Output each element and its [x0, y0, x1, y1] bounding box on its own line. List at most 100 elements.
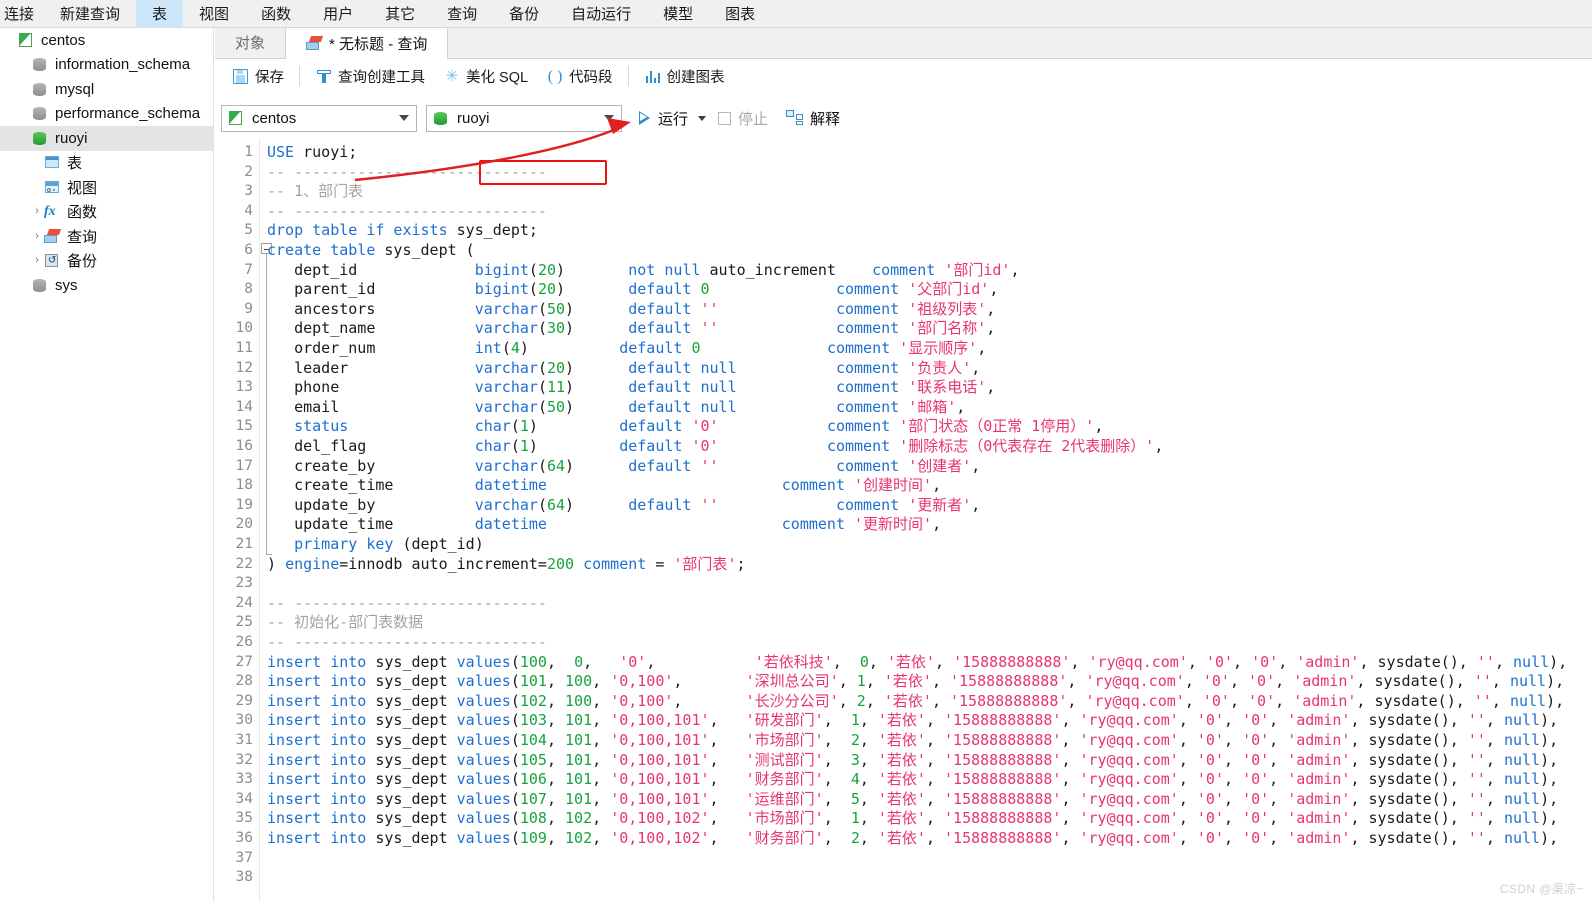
connection-select[interactable]: centos — [221, 104, 417, 132]
code-line[interactable]: status char(1) default '0' comment '部门状态… — [267, 417, 1103, 437]
code-token-pln: ) — [267, 554, 286, 573]
code-token-pln — [691, 280, 700, 298]
tab-0[interactable]: 对象 — [215, 27, 285, 58]
code-line[interactable]: update_by varchar(64) default '' comment… — [267, 496, 980, 516]
code-line[interactable]: create table sys_dept ( — [267, 241, 475, 261]
code-line[interactable]: -- ---------------------------- — [267, 594, 547, 614]
database-navigator-sidebar[interactable]: centos information_schema mysql performance… — [0, 28, 214, 902]
sidebar-item-1[interactable]: information_schema — [0, 53, 213, 78]
sql-code-content[interactable]: USE ruoyi; -- ---------------------------… — [267, 138, 1592, 902]
stop-button[interactable]: 停止 — [714, 108, 772, 129]
code-line[interactable]: insert into sys_dept values(101, 100, '0… — [267, 672, 1564, 692]
run-button[interactable]: 运行 — [634, 108, 692, 129]
view-icon — [44, 180, 61, 195]
chevron-right-icon[interactable]: › — [30, 206, 44, 217]
query-toolbar[interactable]: 保存 查询创建工具 ✳ 美化 SQL ( ) 代码段 创建图表 — [215, 60, 1592, 93]
code-line[interactable]: insert into sys_dept values(102, 100, '0… — [267, 692, 1564, 712]
code-token-num: 0 — [700, 280, 710, 299]
editor-tab-strip[interactable]: 对象 * 无标题 - 查询 — [215, 27, 1592, 59]
code-line[interactable]: insert into sys_dept values(106, 101, '0… — [267, 770, 1558, 790]
code-line[interactable]: -- 1、部门表 — [267, 182, 363, 202]
code-line[interactable]: insert into sys_dept values(108, 102, '0… — [267, 809, 1558, 829]
code-line[interactable]: insert into sys_dept values(107, 101, '0… — [267, 790, 1558, 810]
sql-editor[interactable]: 1 2 3 4 5 6 7 8 9 10 11 12 13 14 15 16 17 18 19 20 21 22 23 24 2… — [215, 138, 1592, 902]
code-line[interactable]: dept_id bigint(20) not null auto_increme… — [267, 261, 1019, 281]
toolbar-button-2[interactable]: ✳ 美化 SQL — [434, 63, 537, 89]
code-line[interactable]: primary key (dept_id) — [267, 535, 484, 555]
tab-1[interactable]: * 无标题 - 查询 — [285, 27, 449, 59]
run-dropdown-caret-icon[interactable] — [698, 115, 707, 121]
code-line[interactable]: del_flag char(1) default '0' comment '删除… — [267, 437, 1163, 457]
code-line[interactable]: create_time datetime comment '创建时间', — [267, 476, 941, 496]
code-line[interactable]: insert into sys_dept values(105, 101, '0… — [267, 751, 1558, 771]
menu-item-5[interactable]: 函数 — [245, 0, 307, 27]
code-line[interactable]: -- ---------------------------- — [267, 202, 547, 222]
code-token-str: '若依' — [877, 789, 926, 808]
sidebar-item-4[interactable]: ruoyi — [0, 126, 213, 151]
code-line[interactable]: -- 初始化-部门表数据 — [267, 613, 423, 633]
toolbar-button-0[interactable]: 保存 — [223, 63, 293, 89]
sidebar-item-8[interactable]: › 查询 — [0, 224, 213, 249]
code-line[interactable]: -- ---------------------------- — [267, 163, 547, 183]
toolbar-button-4[interactable]: 创建图表 — [635, 63, 734, 89]
menu-item-11[interactable]: 模型 — [647, 0, 709, 27]
code-token-str: 'ry@qq.com' — [1079, 770, 1179, 789]
line-number: 25 — [235, 614, 253, 631]
sidebar-item-0[interactable]: centos — [0, 28, 213, 53]
code-line[interactable]: email varchar(50) default null comment '… — [267, 398, 965, 418]
code-line[interactable]: insert into sys_dept values(103, 101, '0… — [267, 711, 1558, 731]
menu-item-10[interactable]: 自动运行 — [555, 0, 647, 27]
chevron-right-icon[interactable]: › — [30, 255, 44, 266]
menu-item-12[interactable]: 图表 — [709, 0, 771, 27]
menu-item-9[interactable]: 备份 — [493, 0, 555, 27]
line-number: 29 — [235, 692, 253, 709]
sidebar-item-7[interactable]: › fx 函数 — [0, 200, 213, 225]
code-token-pln: , sysdate(), — [1350, 829, 1468, 847]
sidebar-item-3[interactable]: performance_schema — [0, 102, 213, 127]
sidebar-item-6[interactable]: 视图 — [0, 175, 213, 200]
code-token-typ: char — [474, 437, 511, 455]
chevron-right-icon[interactable]: › — [30, 230, 44, 242]
sidebar-item-9[interactable]: › ↺ 备份 — [0, 249, 213, 274]
sidebar-item-10[interactable]: sys — [0, 273, 213, 298]
code-line[interactable]: update_time datetime comment '更新时间', — [267, 515, 941, 535]
code-token-pln: , — [986, 378, 996, 397]
code-line[interactable]: drop table if exists sys_dept; — [267, 221, 538, 241]
code-token-num: 1 — [850, 711, 860, 730]
code-line[interactable]: leader varchar(20) default null comment … — [267, 359, 980, 379]
code-line[interactable]: dept_name varchar(30) default '' comment… — [267, 319, 995, 339]
menu-item-4[interactable]: 视图 — [183, 0, 245, 27]
code-line[interactable]: ) engine=innodb auto_increment=200 comme… — [267, 555, 746, 575]
code-line[interactable]: insert into sys_dept values(100, 0, '0',… — [267, 653, 1567, 673]
menu-item-1[interactable]: 连接 — [0, 0, 44, 27]
menu-item-3[interactable]: 表 — [136, 0, 184, 27]
code-line[interactable]: create_by varchar(64) default '' comment… — [267, 457, 980, 477]
connection-toolbar[interactable]: centos ruoyi 运行 停止 解释 — [215, 100, 1592, 136]
explain-button[interactable]: 解释 — [782, 108, 844, 129]
toolbar-button-1[interactable]: 查询创建工具 — [306, 63, 434, 89]
menu-item-8[interactable]: 查询 — [431, 0, 493, 27]
code-line[interactable]: phone varchar(11) default null comment '… — [267, 378, 995, 398]
code-line[interactable]: insert into sys_dept values(104, 101, '0… — [267, 731, 1558, 751]
code-token-str: '0,100,101' — [610, 731, 710, 749]
database-select[interactable]: ruoyi — [426, 104, 622, 132]
code-token-cmt: -- ---------------------------- — [267, 201, 547, 220]
code-token-pln: , sysdate(), — [1350, 789, 1468, 808]
code-line[interactable]: order_num int(4) default 0 comment '显示顺序… — [267, 339, 986, 359]
menu-item-6[interactable]: 用户 — [307, 0, 369, 27]
code-token-pln: ) — [565, 495, 629, 514]
code-line[interactable]: ancestors varchar(50) default '' comment… — [267, 300, 995, 320]
code-line[interactable]: USE ruoyi; — [267, 143, 357, 163]
code-line[interactable]: parent_id bigint(20) default 0 comment '… — [267, 280, 998, 300]
code-line[interactable]: insert into sys_dept values(109, 102, '0… — [267, 829, 1558, 849]
code-token-kw: comment — [781, 515, 845, 534]
code-line[interactable]: -- ---------------------------- — [267, 633, 547, 653]
code-token-pln: sys_dept — [366, 731, 457, 749]
sidebar-item-2[interactable]: mysql — [0, 77, 213, 102]
menu-item-7[interactable]: 其它 — [369, 0, 431, 27]
menu-item-2[interactable]: 新建查询 — [44, 0, 136, 27]
code-token-kw: null — [1503, 789, 1541, 808]
code-token-kw: comment — [835, 378, 900, 397]
sidebar-item-5[interactable]: 表 — [0, 151, 213, 176]
toolbar-button-3[interactable]: ( ) 代码段 — [537, 63, 622, 89]
